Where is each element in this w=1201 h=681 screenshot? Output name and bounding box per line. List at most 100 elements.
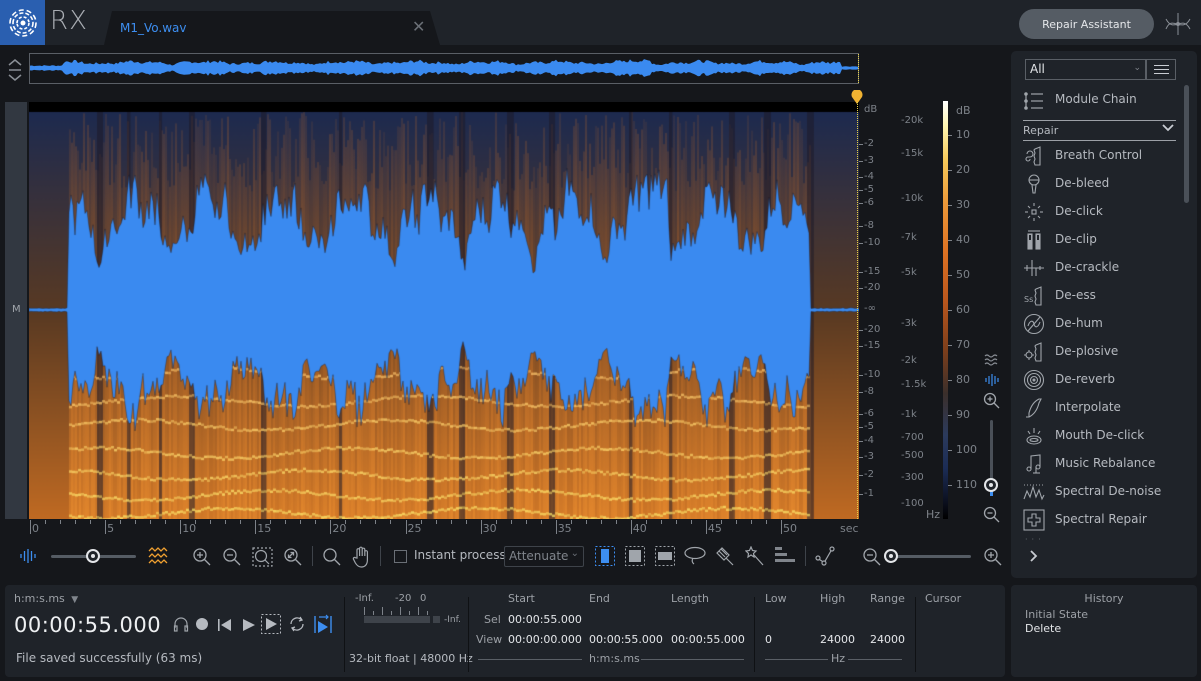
- unit-line: [641, 659, 744, 660]
- lasso-tool-icon[interactable]: [684, 546, 706, 570]
- module-filter-select[interactable]: All ⌄: [1025, 59, 1146, 80]
- module-item[interactable]: De-click: [1023, 200, 1173, 224]
- selection-start-field[interactable]: 00:00:55.000: [508, 613, 582, 626]
- zoom-out-icon[interactable]: [222, 547, 242, 571]
- time-axis-tick: [405, 520, 407, 534]
- chevron-down-icon: [1162, 122, 1174, 135]
- time-format-select[interactable]: h:m:s.ms ▼: [14, 592, 78, 605]
- play-selection-button[interactable]: [261, 614, 281, 638]
- brush-tool-icon[interactable]: [715, 546, 735, 570]
- module-panel-scrollbar[interactable]: [1184, 85, 1189, 203]
- magic-wand-tool-icon[interactable]: [744, 545, 765, 570]
- waveform-overview[interactable]: [29, 53, 859, 84]
- view-length-field[interactable]: 00:00:55.000: [671, 633, 745, 646]
- time-axis-minor-tick: [75, 520, 76, 524]
- instant-process-checkbox[interactable]: [394, 550, 407, 563]
- divider: [754, 597, 755, 672]
- module-item[interactable]: De-hum: [1023, 312, 1173, 336]
- spectrogram-view[interactable]: [29, 102, 859, 519]
- db-axis-tick: [859, 272, 863, 273]
- follow-playhead-button[interactable]: [314, 614, 332, 638]
- channel-strip[interactable]: M: [5, 102, 27, 519]
- frequency-high-field[interactable]: 24000: [820, 633, 855, 646]
- time-selection-tool-icon[interactable]: [595, 546, 615, 570]
- izotope-logo-icon[interactable]: [0, 0, 45, 45]
- frequency-low-field[interactable]: 0: [765, 633, 772, 646]
- module-item[interactable]: Music Rebalance: [1023, 452, 1173, 476]
- spectrogram-wave-icon[interactable]: [984, 352, 1000, 371]
- category-header-repair[interactable]: Repair: [1023, 120, 1176, 141]
- hand-tool-icon[interactable]: [352, 546, 372, 572]
- module-item[interactable]: De-crackle: [1023, 256, 1173, 280]
- vertical-zoom-handle[interactable]: [984, 478, 998, 492]
- frequency-range-field[interactable]: 24000: [870, 633, 905, 646]
- db-axis-label: -2: [864, 469, 874, 480]
- module-item[interactable]: Spectral Repair: [1023, 508, 1173, 532]
- view-start-field[interactable]: 00:00:00.000: [508, 633, 582, 646]
- process-mode-select[interactable]: Attenuate ⌄: [504, 546, 584, 567]
- history-item[interactable]: Initial State: [1025, 608, 1088, 621]
- colorbar-tick: [948, 135, 952, 136]
- file-tab[interactable]: M1_Vo.wav ✕: [104, 11, 440, 45]
- gain-envelope-icon[interactable]: [815, 546, 835, 570]
- headphones-icon[interactable]: [173, 616, 189, 636]
- magnify-tool-icon[interactable]: [322, 547, 342, 571]
- module-item[interactable]: Breath Control: [1023, 144, 1173, 168]
- zoom-fit-icon[interactable]: [283, 547, 303, 571]
- horizontal-zoom-slider[interactable]: [892, 555, 971, 558]
- time-axis-minor-tick: [345, 520, 347, 524]
- horizontal-zoom-out-icon[interactable]: [862, 547, 882, 571]
- harmonic-selection-tool-icon[interactable]: [775, 547, 795, 569]
- spectral-denoise-icon: [1023, 484, 1045, 501]
- vertical-zoom-in-icon[interactable]: [983, 392, 1001, 414]
- time-axis-tick: [180, 520, 182, 534]
- db-axis-tick: [859, 330, 863, 331]
- horizontal-zoom-handle[interactable]: [884, 549, 898, 563]
- frequency-header-range: Range: [870, 592, 905, 605]
- record-button[interactable]: [196, 618, 208, 630]
- module-label: Interpolate: [1055, 400, 1121, 414]
- time-axis-label: 20: [332, 522, 347, 535]
- blend-slider-handle[interactable]: [86, 549, 100, 563]
- close-icon[interactable]: ✕: [412, 17, 425, 36]
- connect-icon[interactable]: [1162, 9, 1194, 43]
- hamburger-menu-icon[interactable]: [1146, 59, 1176, 80]
- colorbar-label: 70: [956, 338, 970, 351]
- horizontal-zoom-in-icon[interactable]: [983, 547, 1003, 571]
- caret-down-icon: ▼: [71, 595, 79, 605]
- view-row-label: View: [476, 633, 503, 646]
- spectrogram-view-icon[interactable]: [148, 547, 168, 569]
- loop-button[interactable]: [288, 615, 306, 637]
- module-item[interactable]: Mouth De-click: [1023, 424, 1173, 448]
- module-item[interactable]: De-plosive: [1023, 340, 1173, 364]
- selection-header-end: End: [589, 592, 610, 605]
- vertical-zoom-out-icon[interactable]: [983, 506, 1001, 528]
- time-frequency-selection-tool-icon[interactable]: [625, 546, 645, 570]
- waveform-view-icon[interactable]: [19, 548, 37, 568]
- skip-to-start-button[interactable]: [218, 617, 232, 636]
- overview-toggle[interactable]: [6, 57, 24, 83]
- unit-line: [765, 659, 828, 660]
- zoom-in-icon[interactable]: [192, 547, 212, 571]
- module-filter-value: All: [1030, 62, 1045, 76]
- repair-assistant-button[interactable]: Repair Assistant: [1019, 9, 1154, 39]
- waveform-icon[interactable]: [984, 372, 1000, 391]
- meter-scale-label: -20: [395, 593, 412, 604]
- chevron-right-icon[interactable]: [1029, 550, 1038, 566]
- view-end-field[interactable]: 00:00:55.000: [589, 633, 663, 646]
- play-button[interactable]: [243, 617, 255, 636]
- colorbar-label: 60: [956, 303, 970, 316]
- module-item[interactable]: De-reverb: [1023, 368, 1173, 392]
- frequency-selection-tool-icon[interactable]: [655, 546, 675, 570]
- colorbar-tick: [948, 485, 952, 486]
- module-item[interactable]: De-clip: [1023, 228, 1173, 252]
- zoom-selection-icon[interactable]: [252, 547, 274, 571]
- module-item[interactable]: Ss De-ess: [1023, 284, 1173, 308]
- time-axis-tick: [330, 520, 332, 534]
- module-chain-button[interactable]: Module Chain: [1023, 89, 1176, 111]
- module-item[interactable]: De-bleed: [1023, 172, 1173, 196]
- module-label: De-ess: [1055, 288, 1096, 302]
- module-item[interactable]: Spectral De-noise: [1023, 480, 1173, 504]
- module-item[interactable]: Interpolate: [1023, 396, 1173, 420]
- history-item-current[interactable]: Delete: [1025, 622, 1061, 635]
